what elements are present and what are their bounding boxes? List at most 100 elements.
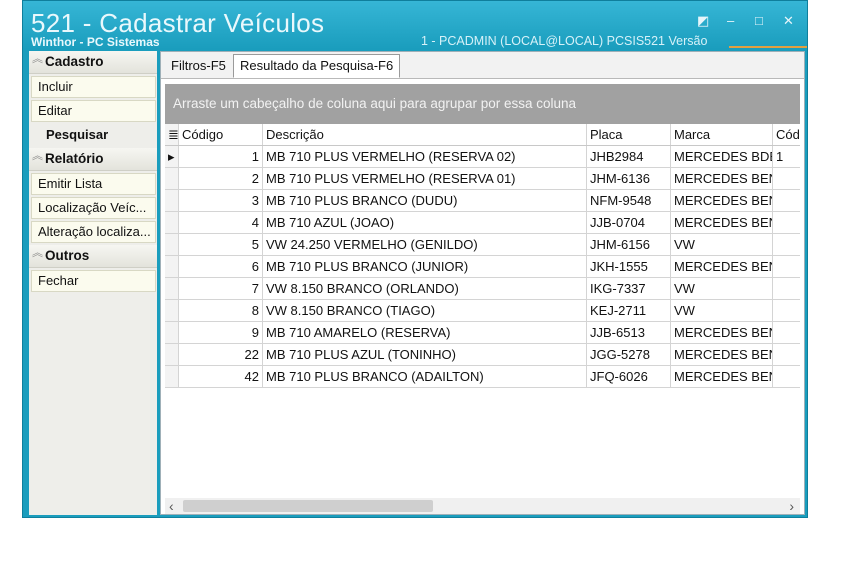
cell-cod[interactable] xyxy=(773,300,800,321)
cell-descricao[interactable]: MB 710 PLUS VERMELHO (RESERVA 01) xyxy=(263,168,587,189)
group-by-panel[interactable]: Arraste um cabeçalho de coluna aqui para… xyxy=(165,84,800,124)
table-row[interactable]: 2 MB 710 PLUS VERMELHO (RESERVA 01) JHM-61… xyxy=(165,168,800,190)
table-row[interactable]: 6 MB 710 PLUS BRANCO (JUNIOR) JKH-1555 MERC… xyxy=(165,256,800,278)
column-menu-icon[interactable]: ≣ xyxy=(165,124,179,145)
cell-marca[interactable]: MERCEDES BEN xyxy=(671,322,773,343)
cell-marca[interactable]: VW xyxy=(671,278,773,299)
sidebar-item-editar[interactable]: Editar xyxy=(31,100,156,122)
table-row[interactable]: ▸ 1 MB 710 PLUS VERMELHO (RESERVA 02) JHB29… xyxy=(165,146,800,168)
sidebar-item-alteracao-localizacao[interactable]: Alteração localiza... xyxy=(31,221,156,243)
cell-codigo[interactable]: 3 xyxy=(179,190,263,211)
chevron-up-double-icon[interactable]: ︽ xyxy=(32,242,43,264)
cell-placa[interactable]: NFM-9548 xyxy=(587,190,671,211)
row-indicator xyxy=(165,168,179,189)
sidebar-item-fechar[interactable]: Fechar xyxy=(31,270,156,292)
column-header-descricao[interactable]: Descrição xyxy=(263,124,587,145)
cell-cod[interactable] xyxy=(773,168,800,189)
cell-descricao[interactable]: MB 710 PLUS VERMELHO (RESERVA 02) xyxy=(263,146,587,167)
cell-placa[interactable]: JJB-6513 xyxy=(587,322,671,343)
cell-placa[interactable]: JHB2984 xyxy=(587,146,671,167)
title-bar[interactable]: 521 - Cadastrar Veículos Winthor - PC Si… xyxy=(23,1,807,49)
cell-codigo[interactable]: 7 xyxy=(179,278,263,299)
cell-marca[interactable]: MERCEDES BEN xyxy=(671,366,773,387)
cell-codigo[interactable]: 4 xyxy=(179,212,263,233)
cell-cod[interactable] xyxy=(773,278,800,299)
group-cadastro[interactable]: ︽ Cadastro xyxy=(29,51,157,74)
cell-placa[interactable]: JFQ-6026 xyxy=(587,366,671,387)
restore-icon[interactable]: ◩ xyxy=(697,13,709,29)
cell-codigo[interactable]: 22 xyxy=(179,344,263,365)
table-row[interactable]: 7 VW 8.150 BRANCO (ORLANDO) IKG-7337 VW xyxy=(165,278,800,300)
cell-descricao[interactable]: MB 710 PLUS BRANCO (DUDU) xyxy=(263,190,587,211)
column-header-placa[interactable]: Placa xyxy=(587,124,671,145)
cell-codigo[interactable]: 8 xyxy=(179,300,263,321)
sidebar-item-emitir-lista[interactable]: Emitir Lista xyxy=(31,173,156,195)
cell-descricao[interactable]: VW 8.150 BRANCO (ORLANDO) xyxy=(263,278,587,299)
cell-descricao[interactable]: MB 710 PLUS AZUL (TONINHO) xyxy=(263,344,587,365)
column-header-marca[interactable]: Marca xyxy=(671,124,773,145)
table-row[interactable]: 9 MB 710 AMARELO (RESERVA) JJB-6513 MERCEDE… xyxy=(165,322,800,344)
cell-cod[interactable] xyxy=(773,234,800,255)
table-row[interactable]: 42 MB 710 PLUS BRANCO (ADAILTON) JFQ-6026 M… xyxy=(165,366,800,388)
cell-cod[interactable] xyxy=(773,190,800,211)
column-header-codigo[interactable]: Código xyxy=(179,124,263,145)
cell-placa[interactable]: JJB-0704 xyxy=(587,212,671,233)
sidebar-item-localizacao-veiculo[interactable]: Localização Veíc... xyxy=(31,197,156,219)
group-outros[interactable]: ︽ Outros xyxy=(29,245,157,268)
cell-descricao[interactable]: MB 710 AZUL (JOAO) xyxy=(263,212,587,233)
cell-codigo[interactable]: 2 xyxy=(179,168,263,189)
cell-marca[interactable]: MERCEDES BDE xyxy=(671,146,773,167)
cell-descricao[interactable]: MB 710 AMARELO (RESERVA) xyxy=(263,322,587,343)
cell-marca[interactable]: VW xyxy=(671,234,773,255)
sidebar-item-incluir[interactable]: Incluir xyxy=(31,76,156,98)
cell-cod[interactable] xyxy=(773,344,800,365)
chevron-up-double-icon[interactable]: ︽ xyxy=(32,48,43,70)
table-row[interactable]: 4 MB 710 AZUL (JOAO) JJB-0704 MERCEDES BEN xyxy=(165,212,800,234)
cell-codigo[interactable]: 9 xyxy=(179,322,263,343)
close-button[interactable]: ✕ xyxy=(783,13,794,29)
scrollbar-thumb[interactable] xyxy=(183,500,433,512)
cell-placa[interactable]: JGG-5278 xyxy=(587,344,671,365)
group-relatorio[interactable]: ︽ Relatório xyxy=(29,148,157,171)
tab-resultado-pesquisa[interactable]: Resultado da Pesquisa-F6 xyxy=(233,54,401,78)
scroll-left-icon[interactable]: ‹ xyxy=(169,498,174,514)
cell-placa[interactable]: KEJ-2711 xyxy=(587,300,671,321)
cell-codigo[interactable]: 42 xyxy=(179,366,263,387)
cell-placa[interactable]: IKG-7337 xyxy=(587,278,671,299)
cell-marca[interactable]: MERCEDES BEN xyxy=(671,190,773,211)
chevron-up-double-icon[interactable]: ︽ xyxy=(32,145,43,167)
cell-placa[interactable]: JHM-6156 xyxy=(587,234,671,255)
scroll-right-icon[interactable]: › xyxy=(789,498,794,514)
table-row[interactable]: 8 VW 8.150 BRANCO (TIAGO) KEJ-2711 VW xyxy=(165,300,800,322)
cell-marca[interactable]: MERCEDES BEN xyxy=(671,344,773,365)
cell-placa[interactable]: JHM-6136 xyxy=(587,168,671,189)
horizontal-scrollbar[interactable]: ‹ › xyxy=(165,498,800,514)
cell-cod[interactable] xyxy=(773,256,800,277)
cell-marca[interactable]: MERCEDES BEN xyxy=(671,212,773,233)
cell-marca[interactable]: MERCEDES BEN xyxy=(671,256,773,277)
tab-filtros[interactable]: Filtros-F5 xyxy=(165,55,232,77)
cell-codigo[interactable]: 5 xyxy=(179,234,263,255)
cell-descricao[interactable]: VW 8.150 BRANCO (TIAGO) xyxy=(263,300,587,321)
cell-codigo[interactable]: 1 xyxy=(179,146,263,167)
cell-cod[interactable] xyxy=(773,322,800,343)
cell-descricao[interactable]: MB 710 PLUS BRANCO (ADAILTON) xyxy=(263,366,587,387)
cell-cod[interactable] xyxy=(773,366,800,387)
cell-codigo[interactable]: 6 xyxy=(179,256,263,277)
cell-placa[interactable]: JKH-1555 xyxy=(587,256,671,277)
column-header-cod[interactable]: Cód xyxy=(773,124,800,145)
cell-descricao[interactable]: MB 710 PLUS BRANCO (JUNIOR) xyxy=(263,256,587,277)
minimize-button[interactable]: – xyxy=(727,13,734,28)
cell-marca[interactable]: VW xyxy=(671,300,773,321)
cell-descricao[interactable]: VW 24.250 VERMELHO (GENILDO) xyxy=(263,234,587,255)
table-row[interactable]: 22 MB 710 PLUS AZUL (TONINHO) JGG-5278 MERC… xyxy=(165,344,800,366)
group-title: Cadastro xyxy=(45,54,104,69)
cell-marca[interactable]: MERCEDES BEN xyxy=(671,168,773,189)
maximize-button[interactable]: □ xyxy=(755,13,763,28)
sidebar-item-pesquisar[interactable]: Pesquisar xyxy=(31,124,156,146)
cell-cod[interactable] xyxy=(773,212,800,233)
row-indicator xyxy=(165,344,179,365)
table-row[interactable]: 5 VW 24.250 VERMELHO (GENILDO) JHM-6156 VW xyxy=(165,234,800,256)
table-row[interactable]: 3 MB 710 PLUS BRANCO (DUDU) NFM-9548 MERCED… xyxy=(165,190,800,212)
cell-cod[interactable]: 1 xyxy=(773,146,800,167)
